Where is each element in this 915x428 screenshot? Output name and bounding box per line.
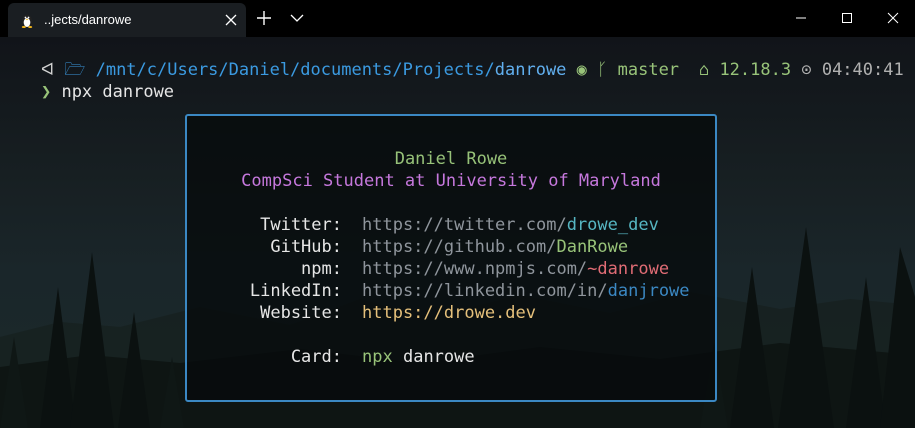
github-link[interactable]: https://github.com/DanRowe bbox=[362, 236, 628, 258]
tab-title: ..jects/danrowe bbox=[44, 12, 132, 27]
github-label: GitHub: bbox=[270, 237, 342, 257]
npm-label: npm: bbox=[301, 259, 342, 279]
title-bar[interactable]: ..jects/danrowe bbox=[0, 0, 915, 37]
twitter-link[interactable]: https://twitter.com/drowe_dev bbox=[362, 214, 659, 236]
chevron-down-icon[interactable] bbox=[289, 10, 305, 26]
linux-penguin-icon bbox=[21, 14, 33, 28]
website-label: Website: bbox=[260, 303, 342, 323]
node-version: 12.18.3 bbox=[719, 60, 792, 80]
path-current-dir: danrowe bbox=[494, 60, 567, 80]
close-tab-icon[interactable] bbox=[224, 13, 238, 27]
card-cmd-label: Card: bbox=[290, 347, 342, 367]
website-link[interactable]: https://drowe.dev bbox=[362, 302, 536, 324]
prompt-time: 04:40:41 PM bbox=[821, 60, 915, 80]
minimize-icon[interactable] bbox=[778, 0, 824, 36]
linkedin-link[interactable]: https://linkedin.com/in/danjrowe bbox=[362, 280, 690, 302]
github-icon: ◉ bbox=[576, 60, 587, 80]
npm-link[interactable]: https://www.npmjs.com/~danrowe bbox=[362, 258, 669, 280]
terminal-output[interactable]: ᐊ 🗁 /mnt/c/Users/Daniel/documents/Projec… bbox=[0, 37, 915, 428]
twitter-label: Twitter: bbox=[260, 215, 342, 235]
new-tab-plus-icon[interactable] bbox=[256, 10, 272, 26]
close-window-icon[interactable] bbox=[870, 0, 915, 36]
clock-icon: ⊙ bbox=[801, 60, 822, 80]
command-line: ❯ npx danrowe bbox=[0, 59, 174, 125]
business-card: Daniel Rowe CompSci Student at Universit… bbox=[185, 114, 717, 402]
linkedin-label: LinkedIn: bbox=[249, 281, 342, 301]
prompt-right: ⌂ 12.18.3 ⊙ 04:40:41 PM bbox=[658, 37, 915, 103]
terminal-tab[interactable]: ..jects/danrowe bbox=[8, 3, 246, 37]
git-branch-icon: ᚴ bbox=[597, 60, 608, 80]
card-name: Daniel Rowe bbox=[394, 149, 508, 169]
command-text: npx danrowe bbox=[61, 82, 175, 102]
maximize-icon[interactable] bbox=[824, 0, 870, 36]
node-icon: ⌂ bbox=[698, 60, 720, 80]
card-command: npx danrowe bbox=[362, 347, 475, 367]
card-role: CompSci Student at University of Marylan… bbox=[241, 171, 661, 191]
prompt-arrow: ❯ bbox=[40, 82, 52, 102]
